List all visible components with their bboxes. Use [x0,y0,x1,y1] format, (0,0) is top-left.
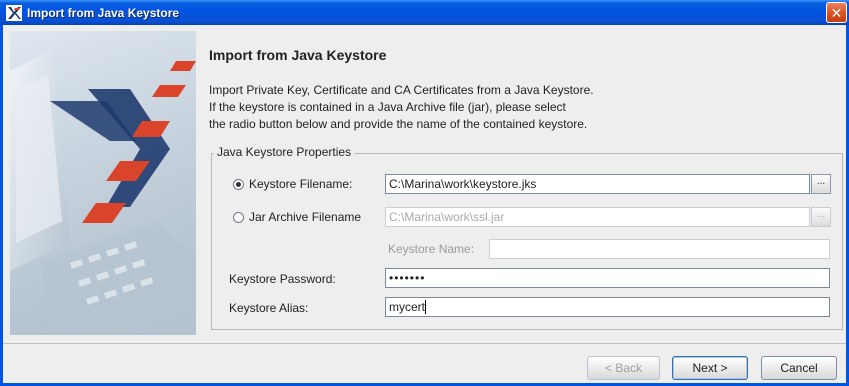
keystore-password-field[interactable]: ••••••• [385,268,830,288]
browse-keystore-button[interactable]: ... [811,174,831,194]
dialog-window: Import from Java Keystore ✕ Import from … [0,0,849,386]
keystore-filename-label: Keystore Filename: [249,177,353,191]
jar-archive-label: Jar Archive Filename [249,210,362,224]
cancel-button[interactable]: Cancel [761,356,837,380]
keystore-name-field[interactable] [489,239,830,259]
jar-archive-field[interactable]: C:\Marina\work\ssl.jar [385,207,810,227]
button-bar: < Back Next > Cancel [3,343,846,383]
keystore-name-label: Keystore Name: [388,242,475,256]
description-line: If the keystore is contained in a Java A… [209,100,566,114]
next-button[interactable]: Next > [672,356,748,380]
page-heading: Import from Java Keystore [209,47,387,63]
keystore-illustration [10,51,196,335]
keystore-alias-label: Keystore Alias: [229,301,309,315]
back-button[interactable]: < Back [587,356,660,380]
close-button[interactable]: ✕ [826,2,847,23]
title-bar: Import from Java Keystore ✕ [0,0,849,25]
keystore-password-label: Keystore Password: [229,272,336,286]
browse-jar-button[interactable]: ... [811,207,831,227]
keystore-alias-field[interactable]: mycert [385,297,830,317]
oracle-x-logo-icon [6,4,22,21]
description-line: the radio button below and provide the n… [209,117,588,131]
page-description: Import Private Key, Certificate and CA C… [209,82,649,133]
text-cursor [425,300,426,314]
group-legend: Java Keystore Properties [214,145,355,159]
description-line: Import Private Key, Certificate and CA C… [209,83,594,97]
close-icon: ✕ [830,4,843,21]
jar-archive-radio[interactable] [233,212,244,223]
wizard-side-image [10,31,196,335]
wizard-content: Import from Java Keystore Import Private… [3,25,846,343]
keystore-filename-radio[interactable] [233,179,244,190]
window-title: Import from Java Keystore [27,5,180,20]
alias-value: mycert [389,300,425,314]
keystore-filename-field[interactable]: C:\Marina\work\keystore.jks [385,174,810,194]
